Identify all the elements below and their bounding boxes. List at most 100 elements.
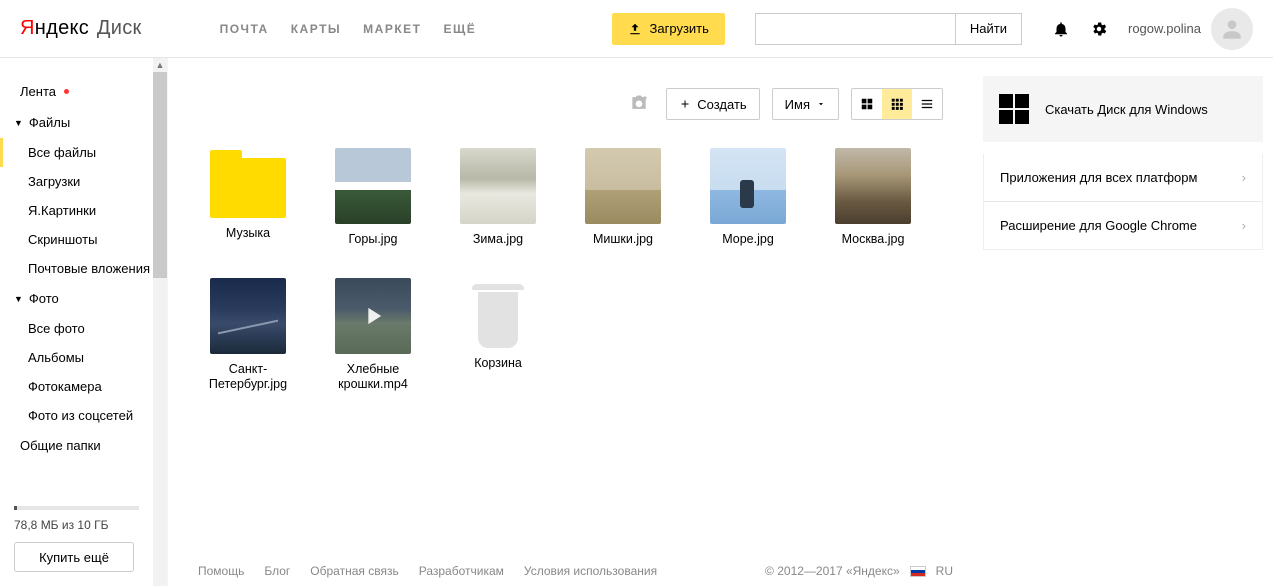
- search-input[interactable]: [755, 13, 955, 45]
- folder-icon: [210, 158, 286, 218]
- file-item[interactable]: Хлебные крошки.mp4: [323, 278, 423, 393]
- nav-photo-group[interactable]: ▼ Фото: [0, 283, 167, 314]
- header-icons: [1052, 20, 1108, 38]
- toolbar: Создать Имя: [198, 78, 943, 130]
- image-thumbnail: [335, 148, 411, 224]
- nav-shared[interactable]: Общие папки: [0, 430, 167, 461]
- logo-letter: Я: [20, 17, 35, 39]
- gear-icon[interactable]: [1090, 20, 1108, 38]
- play-icon: [335, 278, 411, 354]
- main: Создать Имя Муз: [168, 58, 1273, 586]
- caret-down-icon: ▼: [14, 294, 23, 304]
- file-label: Мишки.jpg: [573, 232, 673, 248]
- storage-bar: [14, 506, 139, 510]
- view-large-tiles[interactable]: [852, 89, 882, 119]
- nav-market[interactable]: МАРКЕТ: [363, 22, 421, 36]
- file-label: Хлебные крошки.mp4: [323, 362, 423, 393]
- sort-button[interactable]: Имя: [772, 88, 839, 120]
- trash-icon: [472, 284, 524, 348]
- footer-copyright: © 2012—2017 «Яндекс»: [765, 564, 900, 578]
- nav-albums[interactable]: Альбомы: [0, 343, 167, 372]
- screenshot-tool-icon[interactable]: [628, 93, 650, 116]
- video-thumbnail: [335, 278, 411, 354]
- footer-lang[interactable]: RU: [936, 564, 953, 578]
- nav-mail[interactable]: ПОЧТА: [220, 22, 269, 36]
- file-item[interactable]: Корзина: [448, 278, 548, 393]
- file-grid: Музыка Горы.jpg Зима.jpg Мишки.jpg Море.jpg М…: [198, 148, 943, 393]
- feed-dot-icon: [64, 89, 69, 94]
- search-button[interactable]: Найти: [955, 13, 1022, 45]
- nav-ya-images[interactable]: Я.Картинки: [0, 196, 167, 225]
- user-menu[interactable]: rogow.polina: [1128, 8, 1253, 50]
- image-thumbnail: [710, 148, 786, 224]
- file-label: Корзина: [448, 356, 548, 372]
- footer-terms[interactable]: Условия использования: [524, 564, 657, 578]
- bell-icon[interactable]: [1052, 20, 1070, 38]
- windows-icon: [999, 94, 1029, 124]
- search: Найти: [755, 13, 1022, 45]
- scrollbar-thumb[interactable]: [153, 58, 167, 278]
- view-list[interactable]: [912, 89, 942, 119]
- footer-dev[interactable]: Разработчикам: [419, 564, 504, 578]
- view-toggle: [851, 88, 943, 120]
- nav-maps[interactable]: КАРТЫ: [291, 22, 341, 36]
- file-label: Москва.jpg: [823, 232, 923, 248]
- file-item[interactable]: Санкт-Петербург.jpg: [198, 278, 298, 393]
- create-button[interactable]: Создать: [666, 88, 759, 120]
- scrollbar-up[interactable]: ▲: [153, 58, 167, 72]
- image-thumbnail: [210, 278, 286, 354]
- file-label: Море.jpg: [698, 232, 798, 248]
- content: Создать Имя Муз: [168, 58, 973, 586]
- sidebar: ▲ Лента ▼ Файлы Все файлы Загрузки Я.Кар…: [0, 58, 168, 586]
- logo-service: Диск: [97, 17, 142, 39]
- nav-screenshots[interactable]: Скриншоты: [0, 225, 167, 254]
- nav-feed[interactable]: Лента: [0, 76, 167, 107]
- image-thumbnail: [835, 148, 911, 224]
- plus-icon: [679, 98, 691, 110]
- file-item[interactable]: Море.jpg: [698, 148, 798, 248]
- nav-all-photos[interactable]: Все фото: [0, 314, 167, 343]
- caret-down-icon: ▼: [14, 118, 23, 128]
- nav-camera[interactable]: Фотокамера: [0, 372, 167, 401]
- upload-label: Загрузить: [650, 21, 709, 36]
- footer: Помощь Блог Обратная связь Разработчикам…: [198, 564, 953, 578]
- view-small-tiles[interactable]: [882, 89, 912, 119]
- upload-button[interactable]: Загрузить: [612, 13, 725, 45]
- apps-all-platforms[interactable]: Приложения для всех платформ ›: [984, 154, 1262, 201]
- header-nav: ПОЧТА КАРТЫ МАРКЕТ ЕЩЁ: [220, 22, 477, 36]
- file-label: Санкт-Петербург.jpg: [198, 362, 298, 393]
- chevron-right-icon: ›: [1242, 218, 1246, 233]
- file-item[interactable]: Зима.jpg: [448, 148, 548, 248]
- footer-feedback[interactable]: Обратная связь: [310, 564, 398, 578]
- file-item[interactable]: Мишки.jpg: [573, 148, 673, 248]
- image-thumbnail: [460, 148, 536, 224]
- avatar: [1211, 8, 1253, 50]
- flag-ru-icon: [910, 566, 926, 577]
- nav-downloads[interactable]: Загрузки: [0, 167, 167, 196]
- chrome-extension[interactable]: Расширение для Google Chrome ›: [984, 201, 1262, 249]
- logo-rest: ндекс: [35, 17, 89, 39]
- footer-help[interactable]: Помощь: [198, 564, 244, 578]
- chevron-right-icon: ›: [1242, 170, 1246, 185]
- username: rogow.polina: [1128, 21, 1201, 36]
- logo[interactable]: Яндекс Диск: [20, 17, 142, 40]
- right-panel: Скачать Диск для Windows Приложения для …: [973, 58, 1273, 586]
- image-thumbnail: [585, 148, 661, 224]
- upload-icon: [628, 22, 642, 36]
- file-label: Музыка: [198, 226, 298, 242]
- download-windows[interactable]: Скачать Диск для Windows: [983, 76, 1263, 142]
- storage: 78,8 МБ из 10 ГБ Купить ещё: [0, 496, 153, 586]
- file-item[interactable]: Москва.jpg: [823, 148, 923, 248]
- file-item[interactable]: Музыка: [198, 148, 298, 248]
- nav-all-files[interactable]: Все файлы: [0, 138, 167, 167]
- chevron-down-icon: [816, 99, 826, 109]
- nav-social[interactable]: Фото из соцсетей: [0, 401, 167, 430]
- file-label: Зима.jpg: [448, 232, 548, 248]
- nav-files-group[interactable]: ▼ Файлы: [0, 107, 167, 138]
- nav-more[interactable]: ЕЩЁ: [443, 22, 476, 36]
- file-item[interactable]: Горы.jpg: [323, 148, 423, 248]
- file-label: Горы.jpg: [323, 232, 423, 248]
- buy-more-button[interactable]: Купить ещё: [14, 542, 134, 572]
- nav-mail-attach[interactable]: Почтовые вложения: [0, 254, 167, 283]
- footer-blog[interactable]: Блог: [264, 564, 290, 578]
